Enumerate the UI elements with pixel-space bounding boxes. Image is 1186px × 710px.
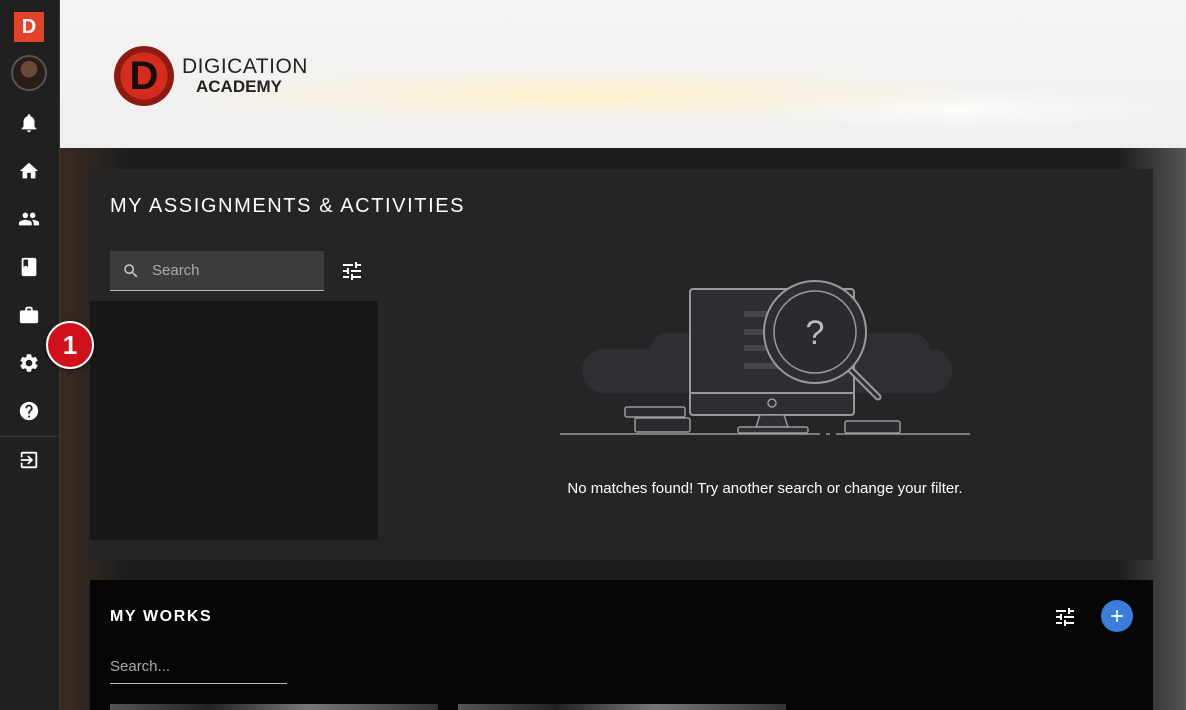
avatar[interactable]: [11, 55, 47, 91]
people-button[interactable]: [0, 199, 58, 239]
assignments-panel: MY ASSIGNMENTS & ACTIVITIES ? No matches…: [90, 169, 1153, 560]
add-work-button[interactable]: [1101, 600, 1133, 632]
plus-icon: [1111, 610, 1123, 622]
svg-text:?: ?: [806, 314, 825, 352]
works-search-input[interactable]: [110, 656, 287, 677]
empty-state-message: No matches found! Try another search or …: [567, 480, 963, 497]
brand-name: DIGICATION: [182, 55, 308, 79]
assignments-filter-button[interactable]: [340, 259, 364, 283]
home-button[interactable]: [0, 151, 58, 191]
works-filter-button[interactable]: [1053, 605, 1077, 629]
library-button[interactable]: [0, 247, 58, 287]
assignments-search-input[interactable]: [150, 261, 310, 280]
help-icon: [19, 401, 39, 421]
brand-logo[interactable]: D DIGICATION ACADEMY: [114, 46, 308, 106]
tune-icon: [343, 262, 361, 280]
assignments-search: [110, 251, 324, 291]
help-button[interactable]: [0, 391, 58, 431]
portfolio-button[interactable]: [0, 295, 58, 335]
works-search: [110, 656, 287, 684]
assignments-title: MY ASSIGNMENTS & ACTIVITIES: [110, 195, 466, 217]
work-thumbnail[interactable]: [110, 704, 438, 710]
book-icon: [21, 257, 37, 277]
brand-logo-text: DIGICATION ACADEMY: [182, 55, 308, 97]
logout-button[interactable]: [0, 440, 58, 480]
no-results-illustration: ?: [560, 280, 970, 435]
notifications-button[interactable]: [0, 103, 58, 143]
home-icon: [19, 162, 39, 179]
bell-icon: [21, 114, 37, 133]
briefcase-icon: [19, 306, 39, 324]
assignments-list: [90, 301, 378, 540]
sidebar-divider: [0, 436, 58, 437]
my-works-title: MY WORKS: [110, 608, 213, 625]
app-logo[interactable]: D: [14, 12, 44, 42]
my-works-panel: MY WORKS: [90, 580, 1153, 710]
search-icon: [124, 263, 138, 277]
logout-icon: [20, 451, 38, 469]
gear-icon: [20, 354, 38, 372]
brand-logo-mark: D: [114, 46, 174, 106]
work-thumbnail[interactable]: [458, 704, 786, 710]
tune-icon: [1056, 608, 1074, 626]
brand-subname: ACADEMY: [196, 77, 282, 97]
people-icon: [18, 212, 40, 226]
step-badge: 1: [46, 321, 94, 369]
